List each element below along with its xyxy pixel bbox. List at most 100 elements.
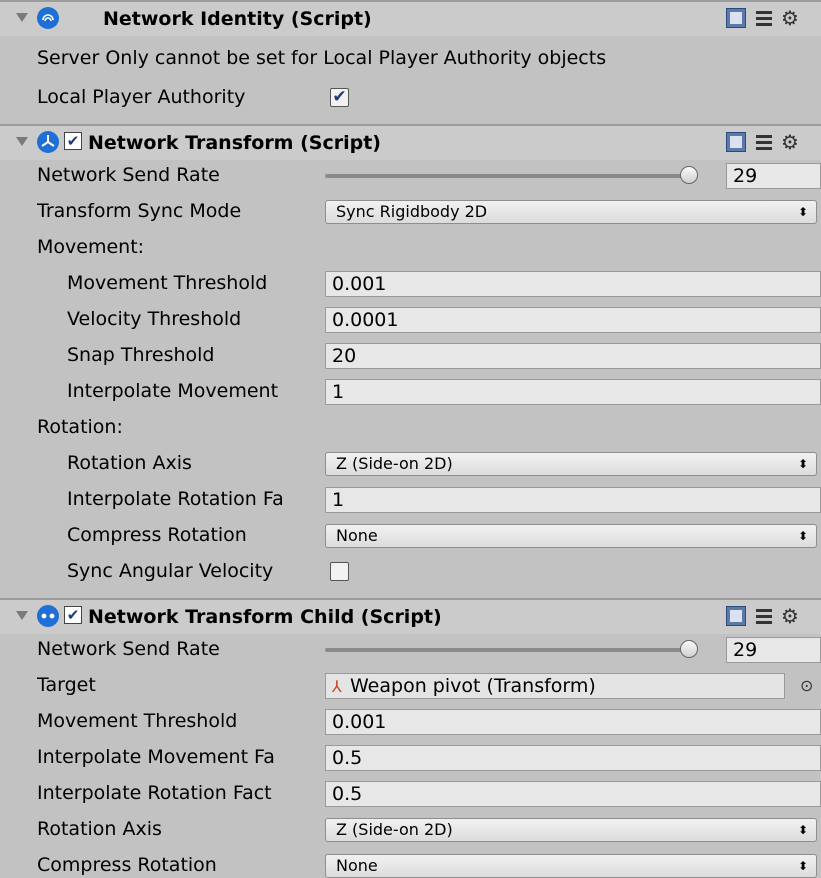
network-identity-header[interactable]: Network Identity (Script) ⚙: [0, 0, 821, 36]
snap-threshold-field[interactable]: 20: [325, 343, 821, 369]
target-object-field[interactable]: ⅄ Weapon pivot (Transform): [325, 673, 785, 699]
dropdown-arrow-icon: ⬍: [797, 529, 808, 543]
rotation-header: Rotation:: [37, 416, 123, 438]
send-rate-row: Network Send Rate 29: [0, 160, 821, 192]
rotation-axis-label: Rotation Axis: [37, 818, 162, 840]
network-transform-header[interactable]: ✔ Network Transform (Script) ⚙: [0, 124, 821, 160]
fingerprint-icon: [37, 7, 59, 29]
snap-threshold-row: Snap Threshold 20: [0, 340, 821, 372]
dropdown-arrow-icon: ⬍: [797, 205, 808, 219]
presets-icon[interactable]: [754, 606, 774, 626]
interpolate-movement-row: Interpolate Movement 1: [0, 376, 821, 408]
compress-rotation-dropdown[interactable]: None ⬍: [325, 854, 817, 878]
snap-threshold-label: Snap Threshold: [67, 344, 215, 366]
interpolate-rotation-field[interactable]: 1: [325, 487, 821, 513]
help-icon[interactable]: [726, 132, 746, 152]
presets-icon[interactable]: [754, 8, 774, 28]
velocity-threshold-field[interactable]: 0.0001: [325, 307, 821, 333]
dropdown-value: Sync Rigidbody 2D: [336, 202, 488, 221]
rotation-section-row: Rotation:: [0, 412, 821, 444]
warning-message: Server Only cannot be set for Local Play…: [37, 47, 607, 69]
compress-rotation-dropdown[interactable]: None ⬍: [325, 524, 817, 548]
child-rotation-axis-row: Rotation Axis Z (Side-on 2D) ⬍: [0, 814, 821, 846]
dropdown-value: None: [336, 856, 378, 875]
send-rate-field[interactable]: 29: [726, 637, 821, 663]
dropdown-arrow-icon: ⬍: [797, 823, 808, 837]
help-icon[interactable]: [726, 8, 746, 28]
foldout-arrow-icon[interactable]: [16, 137, 28, 146]
foldout-arrow-icon[interactable]: [16, 13, 28, 22]
sync-mode-label: Transform Sync Mode: [37, 200, 242, 222]
local-player-authority-checkbox[interactable]: ✔: [330, 88, 349, 107]
help-icon[interactable]: [726, 606, 746, 626]
movement-threshold-label: Movement Threshold: [37, 710, 238, 732]
child-compress-rotation-row: Compress Rotation None ⬍: [0, 850, 821, 878]
gear-icon[interactable]: ⚙: [780, 132, 800, 152]
compress-rotation-label: Compress Rotation: [37, 854, 217, 876]
component-title: Network Identity (Script): [103, 8, 372, 30]
component-enabled-checkbox[interactable]: ✔: [64, 132, 82, 150]
child-send-rate-row: Network Send Rate 29: [0, 634, 821, 666]
send-rate-label: Network Send Rate: [37, 638, 220, 660]
send-rate-field[interactable]: 29: [726, 163, 821, 189]
compress-rotation-row: Compress Rotation None ⬍: [0, 520, 821, 552]
movement-threshold-row: Movement Threshold 0.001: [0, 268, 821, 300]
object-picker-icon[interactable]: ⊙: [800, 676, 813, 695]
local-player-authority-row: Local Player Authority ✔: [0, 82, 821, 114]
network-transform-icon: [37, 131, 59, 153]
sync-angular-velocity-row: Sync Angular Velocity: [0, 556, 821, 588]
gear-icon[interactable]: ⚙: [780, 8, 800, 28]
network-transform-child-icon: [37, 605, 59, 627]
component-title: Network Transform Child (Script): [88, 606, 442, 628]
target-row: Target ⅄ Weapon pivot (Transform) ⊙: [0, 670, 821, 702]
movement-threshold-field[interactable]: 0.001: [325, 709, 821, 735]
rotation-axis-dropdown[interactable]: Z (Side-on 2D) ⬍: [325, 452, 817, 476]
interpolate-rotation-row: Interpolate Rotation Fa 1: [0, 484, 821, 516]
component-title: Network Transform (Script): [88, 132, 381, 154]
interpolate-rotation-label: Interpolate Rotation Fa: [67, 488, 284, 510]
send-rate-slider-track[interactable]: [325, 174, 697, 178]
foldout-arrow-icon[interactable]: [16, 611, 28, 620]
dropdown-value: Z (Side-on 2D): [336, 820, 453, 839]
interpolate-rotation-label: Interpolate Rotation Fact: [37, 782, 272, 804]
target-label: Target: [37, 674, 96, 696]
movement-header: Movement:: [37, 236, 145, 258]
rotation-axis-dropdown[interactable]: Z (Side-on 2D) ⬍: [325, 818, 817, 842]
dropdown-arrow-icon: ⬍: [797, 859, 808, 873]
send-rate-slider-thumb[interactable]: [680, 166, 698, 184]
component-enabled-checkbox[interactable]: ✔: [64, 606, 82, 624]
sync-mode-dropdown[interactable]: Sync Rigidbody 2D ⬍: [325, 200, 817, 224]
send-rate-label: Network Send Rate: [37, 164, 220, 186]
transform-icon: ⅄: [332, 677, 342, 696]
interpolate-rotation-field[interactable]: 0.5: [325, 781, 821, 807]
sync-mode-row: Transform Sync Mode Sync Rigidbody 2D ⬍: [0, 196, 821, 228]
child-interpolate-rotation-row: Interpolate Rotation Fact 0.5: [0, 778, 821, 810]
dropdown-arrow-icon: ⬍: [797, 457, 808, 471]
target-value: Weapon pivot (Transform): [350, 675, 596, 697]
rotation-axis-label: Rotation Axis: [67, 452, 192, 474]
movement-threshold-label: Movement Threshold: [67, 272, 268, 294]
child-movement-threshold-row: Movement Threshold 0.001: [0, 706, 821, 738]
interpolate-movement-label: Interpolate Movement: [67, 380, 279, 402]
dropdown-value: Z (Side-on 2D): [336, 454, 453, 473]
dropdown-value: None: [336, 526, 378, 545]
interpolate-movement-field[interactable]: 1: [325, 379, 821, 405]
rotation-axis-row: Rotation Axis Z (Side-on 2D) ⬍: [0, 448, 821, 480]
interpolate-movement-label: Interpolate Movement Fa: [37, 746, 275, 768]
local-player-authority-label: Local Player Authority: [37, 86, 246, 108]
compress-rotation-label: Compress Rotation: [67, 524, 247, 546]
child-interpolate-movement-row: Interpolate Movement Fa 0.5: [0, 742, 821, 774]
sync-angular-velocity-label: Sync Angular Velocity: [67, 560, 274, 582]
movement-threshold-field[interactable]: 0.001: [325, 271, 821, 297]
interpolate-movement-field[interactable]: 0.5: [325, 745, 821, 771]
server-only-warning-row: Server Only cannot be set for Local Play…: [0, 45, 821, 77]
presets-icon[interactable]: [754, 132, 774, 152]
sync-angular-velocity-checkbox[interactable]: [330, 562, 349, 581]
velocity-threshold-label: Velocity Threshold: [67, 308, 242, 330]
send-rate-slider-thumb[interactable]: [680, 640, 698, 658]
velocity-threshold-row: Velocity Threshold 0.0001: [0, 304, 821, 336]
send-rate-slider-track[interactable]: [325, 648, 697, 652]
network-transform-child-header[interactable]: ✔ Network Transform Child (Script) ⚙: [0, 598, 821, 634]
gear-icon[interactable]: ⚙: [780, 606, 800, 626]
movement-section-row: Movement:: [0, 232, 821, 264]
